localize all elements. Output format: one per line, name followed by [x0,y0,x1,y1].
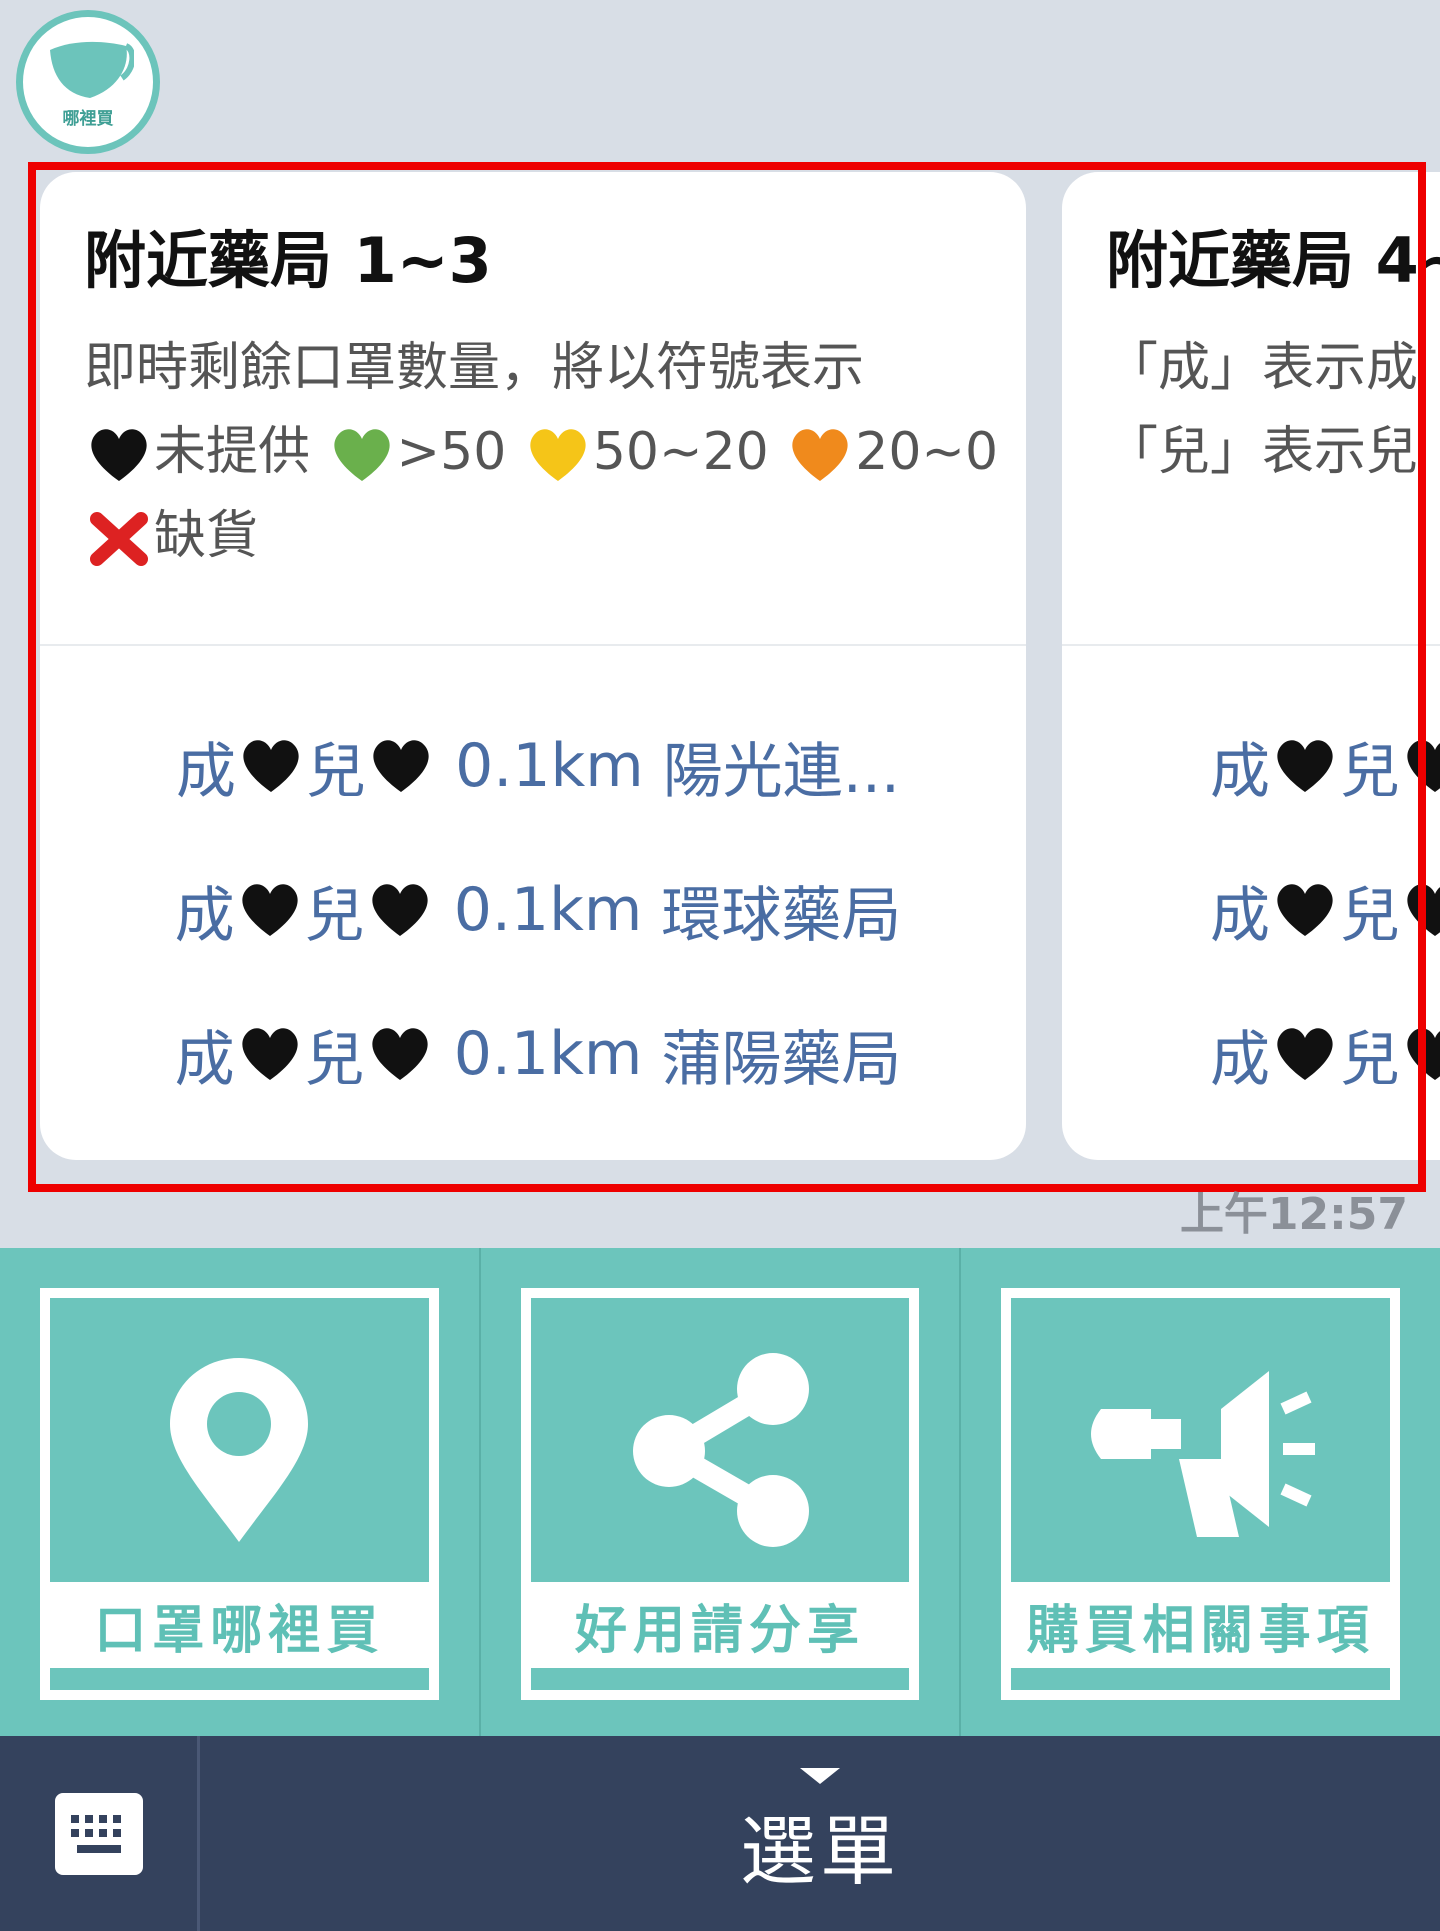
description-line: 「成」表示成 [1106,338,1419,399]
card-title: 附近藥局 1~3 [84,224,492,297]
store-link[interactable]: 成兒 [1062,838,1440,982]
black-heart-icon [1277,1028,1333,1080]
child-label: 兒 [1340,1024,1400,1095]
store-link[interactable]: 成兒 0.1km 陽光連... [40,694,1026,838]
megaphone-icon [1090,1371,1315,1537]
black-heart-icon [371,1028,428,1080]
rich-menu-toggle[interactable]: 選單 [200,1736,1440,1931]
bot-avatar[interactable]: 哪裡買 [16,10,160,154]
adult-label: 成 [174,1024,235,1095]
black-heart-icon [373,740,429,792]
store-link[interactable]: 成兒 [1062,694,1440,838]
black-heart-icon [1407,1028,1440,1080]
card-description: 即時剩餘口罩數量，將以符號表示 未提供 >50 50~20 20~0 缺貨 [84,326,998,578]
tile-icon-area [531,1298,910,1600]
card-header: 附近藥局 4~ 「成」表示成 「兒」表示兒 [1062,172,1440,646]
black-heart-icon [241,1028,298,1080]
menu-tile-where-to-buy[interactable]: 口罩哪裡買 [0,1248,481,1736]
tile-label-bar: 好用請分享 [530,1582,910,1690]
cross-icon [90,512,148,567]
store-list: 成兒 成兒 成兒 [1062,646,1440,1126]
message-timestamp: 上午12:57 [1179,1189,1408,1240]
bottom-bar: 選單 [0,1736,1440,1931]
description-line: 「兒」表示兒 [1106,422,1419,483]
legend-cross-label: 缺貨 [154,506,259,567]
legend-line: 缺貨 [84,494,982,578]
pharmacy-carousel[interactable]: 附近藥局 1~3 即時剩餘口罩數量，將以符號表示 未提供 >50 50~20 2… [0,170,1440,1190]
avatar-label: 哪裡買 [62,108,114,129]
store-name: 陽光連... [662,736,900,807]
menu-label: 選單 [740,1806,900,1896]
tile-label: 好用請分享 [575,1600,866,1661]
tile-label: 購買相關事項 [1026,1600,1375,1661]
adult-label: 成 [174,880,235,951]
adult-label: 成 [1210,880,1270,951]
store-distance: 0.1km [453,875,643,945]
mask-icon [50,41,134,98]
keyboard-icon [54,1792,143,1875]
store-distance: 0.1km [453,1019,643,1089]
black-heart-icon [243,740,299,792]
black-heart-icon [1277,884,1333,936]
tile-frame: 好用請分享 [520,1288,920,1700]
black-heart-icon [1407,740,1440,792]
child-label: 兒 [304,1024,365,1095]
adult-label: 成 [176,736,236,807]
legend-line: 未提供 >50 50~20 20~0 [84,410,998,494]
child-label: 兒 [306,736,366,807]
tile-frame: 購買相關事項 [1001,1288,1401,1700]
location-pin-icon [170,1358,309,1542]
legend-green-label: >50 [396,422,507,483]
chevron-down-icon [800,1767,840,1784]
black-heart-icon [1277,740,1333,792]
store-link[interactable]: 成兒 0.1km 蒲陽藥局 [40,982,1026,1126]
menu-tile-purchase-info[interactable]: 購買相關事項 [961,1248,1440,1736]
child-label: 兒 [1340,880,1400,951]
tile-frame: 口罩哪裡買 [40,1288,439,1700]
child-label: 兒 [304,880,365,951]
keyboard-toggle-button[interactable] [0,1736,200,1931]
store-link[interactable]: 成兒 0.1km 環球藥局 [40,838,1026,982]
legend-black-label: 未提供 [154,422,311,483]
tile-icon-area [1011,1298,1390,1600]
store-list: 成兒 0.1km 陽光連... 成兒 0.1km 環球藥局 成兒 0.1km 蒲… [40,646,1026,1126]
black-heart-icon [1407,884,1440,936]
store-name: 環球藥局 [661,880,902,951]
black-heart-icon [241,884,298,936]
store-name: 蒲陽藥局 [661,1024,902,1095]
store-distance: 0.1km [455,731,644,801]
store-link[interactable]: 成兒 [1062,982,1440,1126]
green-heart-icon [333,429,390,482]
child-label: 兒 [1340,736,1400,807]
pharmacy-card-4: 附近藥局 4~ 「成」表示成 「兒」表示兒 成兒 成兒 成兒 [1062,172,1440,1160]
legend-yellow-label: 50~20 [592,422,769,483]
tile-icon-area [50,1298,429,1600]
tile-label-bar: 口罩哪裡買 [50,1582,429,1690]
black-heart-icon [371,884,428,936]
adult-label: 成 [1210,736,1270,807]
adult-label: 成 [1210,1024,1270,1095]
tile-label: 口罩哪裡買 [94,1600,385,1661]
card-description: 「成」表示成 「兒」表示兒 [1106,326,1440,494]
orange-heart-icon [792,429,848,482]
rich-menu: 口罩哪裡買 好用請分享 購買相關事項 [0,1248,1440,1736]
pharmacy-card-1-3: 附近藥局 1~3 即時剩餘口罩數量，將以符號表示 未提供 >50 50~20 2… [40,172,1026,1160]
yellow-heart-icon [530,429,586,482]
description-line: 即時剩餘口罩數量，將以符號表示 [84,338,865,399]
tile-label-bar: 購買相關事項 [1011,1582,1391,1690]
menu-tile-share[interactable]: 好用請分享 [481,1248,962,1736]
legend-orange-label: 20~0 [855,422,999,483]
card-title: 附近藥局 4~ [1106,224,1440,297]
share-icon [633,1353,809,1547]
black-heart-icon [91,429,147,482]
card-header: 附近藥局 1~3 即時剩餘口罩數量，將以符號表示 未提供 >50 50~20 2… [40,172,1026,646]
